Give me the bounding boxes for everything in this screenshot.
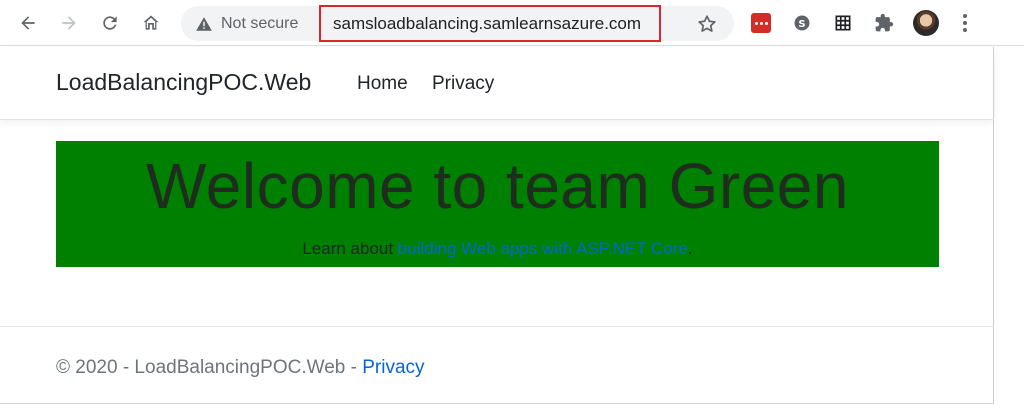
warning-icon bbox=[196, 16, 212, 31]
welcome-jumbotron: Welcome to team Green Learn about buildi… bbox=[56, 141, 939, 267]
welcome-heading: Welcome to team Green bbox=[146, 150, 849, 222]
security-indicator[interactable]: Not secure bbox=[195, 6, 298, 41]
omnibox[interactable]: Not secure samsloadbalancing.samlearnsaz… bbox=[181, 5, 734, 42]
footer-privacy-link[interactable]: Privacy bbox=[362, 357, 424, 378]
profile-avatar[interactable] bbox=[913, 10, 939, 36]
welcome-lead: Learn about building Web apps with ASP.N… bbox=[56, 239, 939, 259]
footer-text: © 2020 - LoadBalancingPOC.Web - Privacy bbox=[56, 357, 425, 379]
home-icon bbox=[143, 15, 159, 30]
lead-suffix: . bbox=[687, 239, 693, 258]
site-footer: © 2020 - LoadBalancingPOC.Web - Privacy bbox=[0, 326, 994, 403]
star-icon[interactable] bbox=[696, 13, 718, 35]
menu-icon[interactable] bbox=[955, 11, 975, 35]
reload-button[interactable] bbox=[98, 11, 122, 35]
nav-link-home[interactable]: Home bbox=[357, 73, 408, 95]
site-brand[interactable]: LoadBalancingPOC.Web bbox=[56, 69, 311, 96]
back-icon bbox=[21, 16, 35, 30]
aspnet-docs-link[interactable]: building Web apps with ASP.NET Core bbox=[398, 239, 688, 258]
forward-icon bbox=[62, 16, 76, 30]
home-button[interactable] bbox=[139, 11, 163, 35]
lastpass-icon[interactable] bbox=[751, 13, 771, 33]
footer-copyright: © 2020 - LoadBalancingPOC.Web - bbox=[56, 357, 363, 378]
web-page: LoadBalancingPOC.Web Home Privacy Welcom… bbox=[0, 47, 994, 403]
svg-text:S: S bbox=[798, 19, 805, 30]
url-field[interactable]: samsloadbalancing.samlearnsazure.com bbox=[319, 5, 661, 42]
forward-button[interactable] bbox=[57, 11, 81, 35]
reload-icon bbox=[103, 16, 117, 30]
url-text: samsloadbalancing.samlearnsazure.com bbox=[333, 13, 642, 33]
browser-toolbar: Not secure samsloadbalancing.samlearnsaz… bbox=[0, 0, 1024, 46]
page-bottom-edge bbox=[0, 403, 994, 414]
lead-prefix: Learn about bbox=[302, 239, 398, 258]
skype-icon[interactable]: S bbox=[791, 12, 813, 34]
nav-link-privacy[interactable]: Privacy bbox=[432, 73, 494, 95]
site-navbar: LoadBalancingPOC.Web Home Privacy bbox=[0, 47, 994, 120]
puzzle-extensions-icon[interactable] bbox=[873, 12, 895, 34]
grid-extension-icon[interactable] bbox=[832, 12, 854, 34]
security-label: Not secure bbox=[221, 14, 299, 32]
back-button[interactable] bbox=[16, 11, 40, 35]
